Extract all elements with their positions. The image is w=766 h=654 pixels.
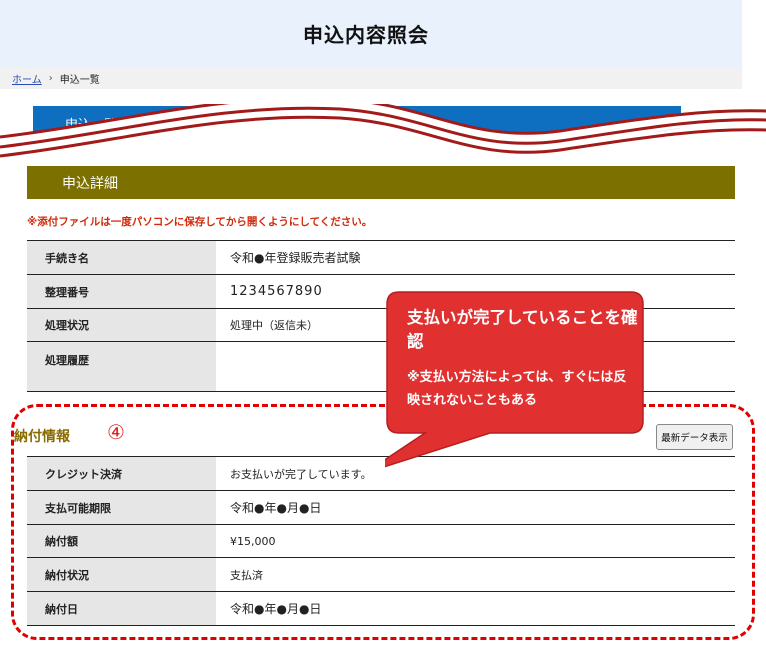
- row-label: 納付額: [27, 524, 216, 558]
- refresh-latest-data-button[interactable]: 最新データ表示: [656, 424, 733, 450]
- page-title: 申込内容照会: [303, 23, 429, 47]
- payment-date-value: 令和●年●月●日: [216, 591, 735, 626]
- row-label: クレジット決済: [27, 456, 216, 491]
- row-label: 納付状況: [27, 557, 216, 592]
- table-row: 支払可能期限 令和●年●月●日: [27, 490, 735, 525]
- detail-section-bar: 申込詳細: [27, 166, 735, 199]
- row-label: 手続き名: [27, 240, 216, 275]
- annotation-callout: 支払いが完了していることを確認 ※支払い方法によっては、すぐには反映されないこと…: [385, 290, 645, 468]
- breadcrumb-current: 申込一覧: [59, 74, 100, 86]
- row-label: 処理状況: [27, 308, 216, 342]
- breadcrumb-separator: ›: [48, 72, 53, 84]
- payment-deadline-value: 令和●年●月●日: [216, 490, 735, 525]
- callout-note: ※支払い方法によっては、すぐには反映されないこともある: [407, 370, 627, 408]
- row-label: 支払可能期限: [27, 490, 216, 525]
- table-row: 納付状況 支払済: [27, 557, 735, 592]
- detail-section-title: 申込詳細: [62, 175, 118, 192]
- attachment-warning: ※添付ファイルは一度パソコンに保存してから開くようにしてください。: [27, 216, 373, 228]
- row-label: 納付日: [27, 591, 216, 626]
- table-row: 納付日 令和●年●月●日: [27, 591, 735, 626]
- row-label: 処理履歴: [27, 341, 216, 392]
- payment-amount-value: ¥15,000: [216, 524, 735, 558]
- breadcrumb-home-link[interactable]: ホーム: [12, 71, 42, 86]
- payment-info-table: クレジット決済 お支払いが完了しています。 支払可能期限 令和●年●月●日 納付…: [27, 456, 735, 626]
- procedure-name-value: 令和●年登録販売者試験: [216, 240, 735, 275]
- row-label: 整理番号: [27, 274, 216, 309]
- callout-title: 支払いが完了していることを確認: [407, 308, 638, 351]
- payment-status-value: 支払済: [216, 557, 735, 592]
- table-row: 手続き名 令和●年登録販売者試験: [27, 240, 735, 275]
- payment-info-title: 納付情報: [14, 429, 70, 445]
- page-break-tear: [0, 104, 766, 170]
- breadcrumb: ホーム › 申込一覧: [0, 67, 742, 89]
- table-row: 納付額 ¥15,000: [27, 524, 735, 558]
- page-header: 申込内容照会: [0, 0, 742, 67]
- step-marker: ④: [107, 420, 125, 444]
